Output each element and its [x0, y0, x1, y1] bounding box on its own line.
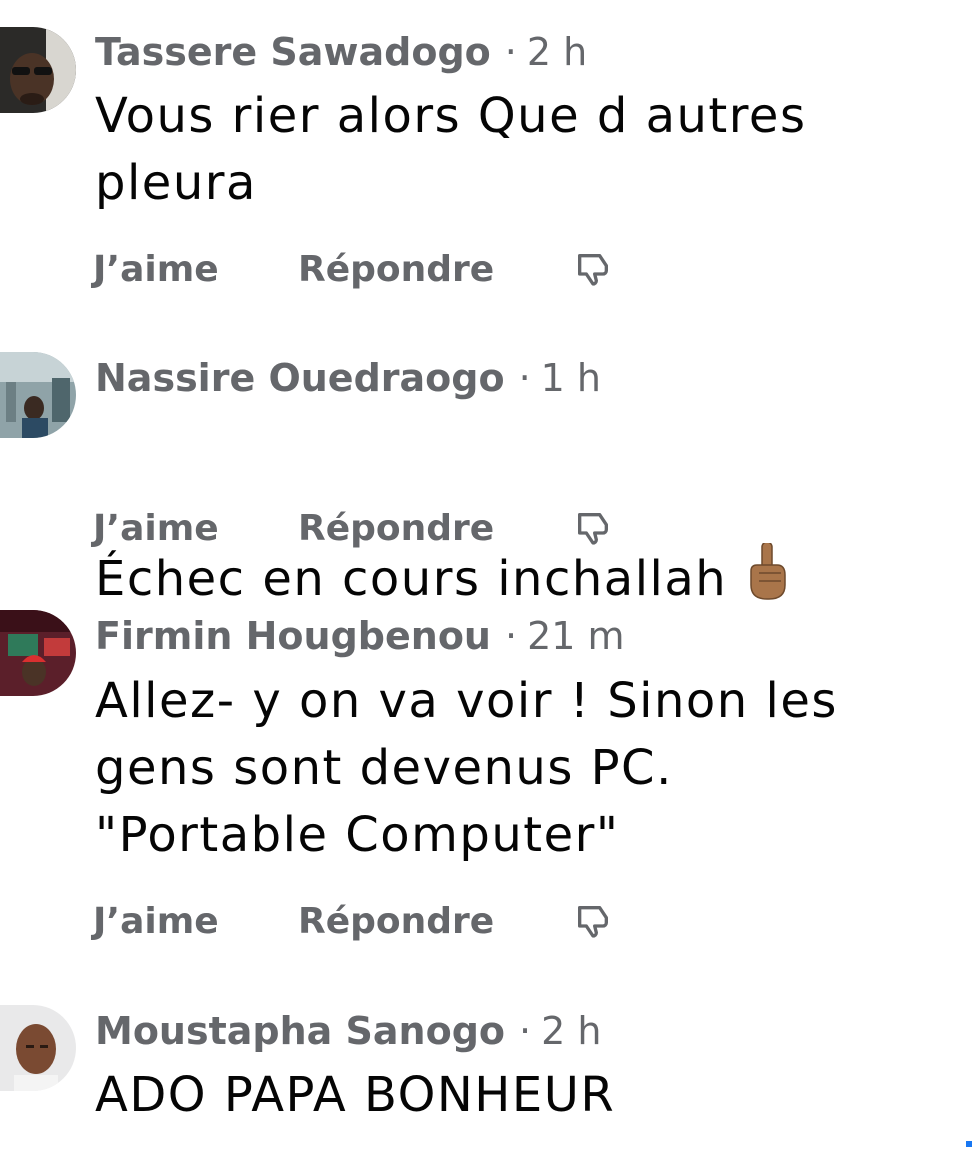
avatar[interactable]	[0, 27, 76, 113]
comment-actions: J’aime Répondre	[93, 503, 613, 553]
timestamp[interactable]: 2 h	[527, 30, 587, 74]
comment-actions: J’aime Répondre	[93, 244, 613, 294]
comment-meta: Tassere Sawadogo · 2 h	[95, 29, 587, 75]
separator-dot: ·	[518, 356, 531, 400]
timestamp[interactable]: 2 h	[541, 1009, 601, 1053]
comment-text: Vous rier alors Que d autres pleura	[95, 88, 807, 211]
comment-meta: Nassire Ouedraogo · 1 h	[95, 355, 601, 401]
separator-dot: ·	[504, 614, 518, 658]
reply-button[interactable]: Répondre	[298, 901, 573, 942]
timestamp[interactable]: 1 h	[541, 356, 601, 400]
comment-meta: Firmin Hougbenou · 21 m	[95, 613, 625, 659]
author-name[interactable]: Moustapha Sanogo	[95, 1009, 505, 1053]
comment-text: ADO PAPA BONHEUR	[95, 1067, 616, 1123]
separator-dot: ·	[519, 1009, 532, 1053]
thumbs-down-icon[interactable]	[573, 249, 613, 289]
comment-text-content: Échec en cours inchallah	[95, 551, 728, 607]
like-button[interactable]: J’aime	[93, 901, 298, 942]
scroll-indicator	[966, 1141, 972, 1147]
thumbs-down-icon[interactable]	[573, 901, 613, 941]
pointing-up-emoji	[745, 476, 789, 600]
author-name[interactable]: Firmin Hougbenou	[95, 614, 491, 658]
avatar[interactable]	[0, 352, 76, 438]
thumbs-down-icon[interactable]	[573, 508, 613, 548]
comment-meta: Moustapha Sanogo · 2 h	[95, 1008, 601, 1054]
timestamp[interactable]: 21 m	[527, 614, 624, 658]
separator-dot: ·	[504, 30, 517, 74]
like-button[interactable]: J’aime	[93, 508, 298, 549]
author-name[interactable]: Tassere Sawadogo	[95, 30, 491, 74]
avatar[interactable]	[0, 1005, 76, 1091]
comment-text: Allez- y on va voir ! Sinon les gens son…	[95, 673, 838, 863]
reply-button[interactable]: Répondre	[298, 508, 573, 549]
author-name[interactable]: Nassire Ouedraogo	[95, 356, 505, 400]
like-button[interactable]: J’aime	[93, 249, 298, 290]
avatar[interactable]	[0, 610, 76, 696]
comment-actions: J’aime Répondre	[93, 896, 613, 946]
reply-button[interactable]: Répondre	[298, 249, 573, 290]
